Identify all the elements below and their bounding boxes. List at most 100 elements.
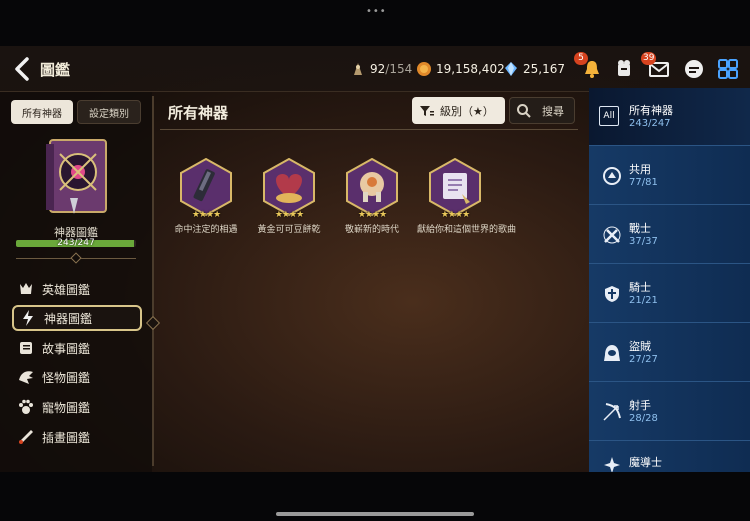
category-label: 魔導士 (629, 456, 662, 469)
notifications-button[interactable]: 5 (574, 52, 606, 83)
crystal-icon (503, 61, 519, 77)
nav-label: 怪物圖鑑 (42, 370, 91, 385)
artifact-name: 獻給你和這個世界的歌曲 (417, 225, 517, 235)
left-panel: 所有神器 設定類別 神器圖鑑 243/247 英雄圖鑑 神器圖鑑 故事圖鑑 怪物… (0, 92, 152, 472)
search-label: 搜尋 (542, 104, 564, 118)
chat-icon (685, 60, 703, 78)
category-ranger[interactable]: 射手 28/28 (589, 383, 750, 441)
artifact-card[interactable]: ★★★★ 黃金可可豆餅乾 (251, 157, 327, 235)
category-count: 28/28 (629, 413, 658, 424)
sort-icon (420, 105, 434, 116)
category-count: 77/81 (629, 177, 658, 188)
artifact-frame: ★★★★ (428, 157, 482, 220)
artifact-frame: ★★★★ (179, 157, 233, 220)
category-count: 243/247 (629, 118, 671, 129)
nav-artifact-codex[interactable]: 神器圖鑑 (12, 305, 142, 331)
page-title: 圖鑑 (40, 61, 71, 79)
grid-menu-icon (718, 59, 738, 79)
nav-label: 英雄圖鑑 (42, 282, 91, 297)
nav-story-codex[interactable]: 故事圖鑑 (12, 335, 142, 361)
gold-counter[interactable]: 19,158,402 (416, 60, 505, 78)
category-knight[interactable]: 騎士 21/21 (589, 265, 750, 323)
search-icon (517, 103, 531, 118)
stamina-current: 92 (370, 62, 386, 76)
paw-icon (16, 397, 36, 417)
knight-icon (601, 283, 623, 305)
grid-menu-button[interactable] (714, 55, 742, 83)
section-title: 所有神器 (168, 104, 229, 122)
category-all[interactable]: All 所有神器 243/247 (589, 88, 750, 146)
top-bar: 圖鑑 92 /154 19,158,402 25,167 5 39 (0, 46, 750, 92)
notification-badge: 5 (574, 52, 588, 65)
category-mage[interactable]: 魔導士 (589, 442, 750, 472)
team-button[interactable] (610, 55, 638, 83)
stamina-counter[interactable]: 92 /154 (350, 60, 412, 78)
mail-button[interactable]: 39 (641, 52, 673, 83)
artifact-frame: ★★★★ (262, 157, 316, 220)
artifact-icon (18, 308, 38, 328)
artifact-stars: ★★★★ (274, 210, 304, 220)
artifact-stars: ★★★★ (357, 210, 387, 220)
stamina-max: /154 (385, 62, 413, 76)
header-divider (160, 129, 578, 130)
nav-label: 寵物圖鑑 (42, 400, 91, 415)
crystal-value: 25,167 (523, 62, 565, 76)
sort-label: 級別（★） (440, 104, 494, 118)
artifact-card[interactable]: ★★★★ 獻給你和這個世界的歌曲 (417, 157, 517, 235)
category-label: 射手 (629, 399, 651, 412)
artifact-name: 黃金可可豆餅乾 (257, 225, 321, 235)
game-screen: 圖鑑 92 /154 19,158,402 25,167 5 39 所有神器 設… (0, 46, 750, 472)
warrior-icon (601, 224, 623, 246)
artifact-stars: ★★★★ (440, 210, 470, 220)
category-label: 騎士 (629, 281, 651, 294)
divider-ornament (70, 252, 82, 264)
category-warrior[interactable]: 戰士 37/37 (589, 206, 750, 264)
thief-icon (601, 342, 623, 364)
nav-label: 插畫圖鑑 (42, 430, 91, 445)
nav-label: 神器圖鑑 (44, 311, 93, 326)
story-icon (16, 338, 36, 358)
category-label: 共用 (629, 163, 651, 176)
stamina-icon (350, 61, 366, 77)
artifact-stars: ★★★★ (191, 210, 221, 220)
search-button[interactable]: 搜尋 (509, 97, 575, 124)
category-label: 戰士 (629, 222, 651, 235)
chat-button[interactable] (680, 55, 708, 83)
category-common[interactable]: 共用 77/81 (589, 147, 750, 205)
tab-set-category[interactable]: 設定類別 (77, 100, 141, 124)
illustration-icon (16, 427, 36, 447)
ranger-icon (601, 401, 623, 423)
artifact-name: 命中注定的相遇 (174, 225, 238, 235)
artifact-card[interactable]: ★★★★ 命中注定的相遇 (168, 157, 244, 235)
category-count: 37/37 (629, 236, 658, 247)
hero-icon (16, 279, 36, 299)
nav-monster-codex[interactable]: 怪物圖鑑 (12, 364, 142, 390)
category-count: 27/27 (629, 354, 658, 365)
common-class-icon (601, 165, 623, 187)
artifact-card[interactable]: ★★★★ 敬嶄新的時代 (334, 157, 410, 235)
home-indicator[interactable] (276, 512, 474, 516)
status-area: ••• (0, 0, 750, 46)
monster-icon (16, 367, 36, 387)
sort-button[interactable]: 級別（★） (412, 97, 505, 124)
back-chevron-icon[interactable] (12, 56, 34, 82)
artifact-name: 敬嶄新的時代 (344, 225, 399, 235)
artifact-frame: ★★★★ (345, 157, 399, 220)
nav-illustration-codex[interactable]: 插畫圖鑑 (12, 424, 142, 450)
nav-pet-codex[interactable]: 寵物圖鑑 (12, 394, 142, 420)
tab-all-artifacts[interactable]: 所有神器 (11, 100, 73, 124)
category-label: 所有神器 (629, 104, 673, 117)
multitask-dots[interactable]: ••• (366, 6, 387, 17)
gold-coin-icon (416, 61, 432, 77)
crystal-counter[interactable]: 25,167 (503, 60, 565, 78)
category-label: 盜賊 (629, 340, 651, 353)
team-icon (618, 60, 630, 76)
category-thief[interactable]: 盜賊 27/27 (589, 324, 750, 382)
category-count: 21/21 (629, 295, 658, 306)
collection-progress-text: 243/247 (57, 238, 95, 248)
gold-value: 19,158,402 (436, 62, 505, 76)
panel-divider (152, 96, 154, 466)
nav-hero-codex[interactable]: 英雄圖鑑 (12, 276, 142, 302)
artifact-codex-book (40, 134, 114, 218)
category-panel: All 所有神器 243/247 共用 77/81 戰士 37/37 騎士 21… (589, 88, 750, 472)
